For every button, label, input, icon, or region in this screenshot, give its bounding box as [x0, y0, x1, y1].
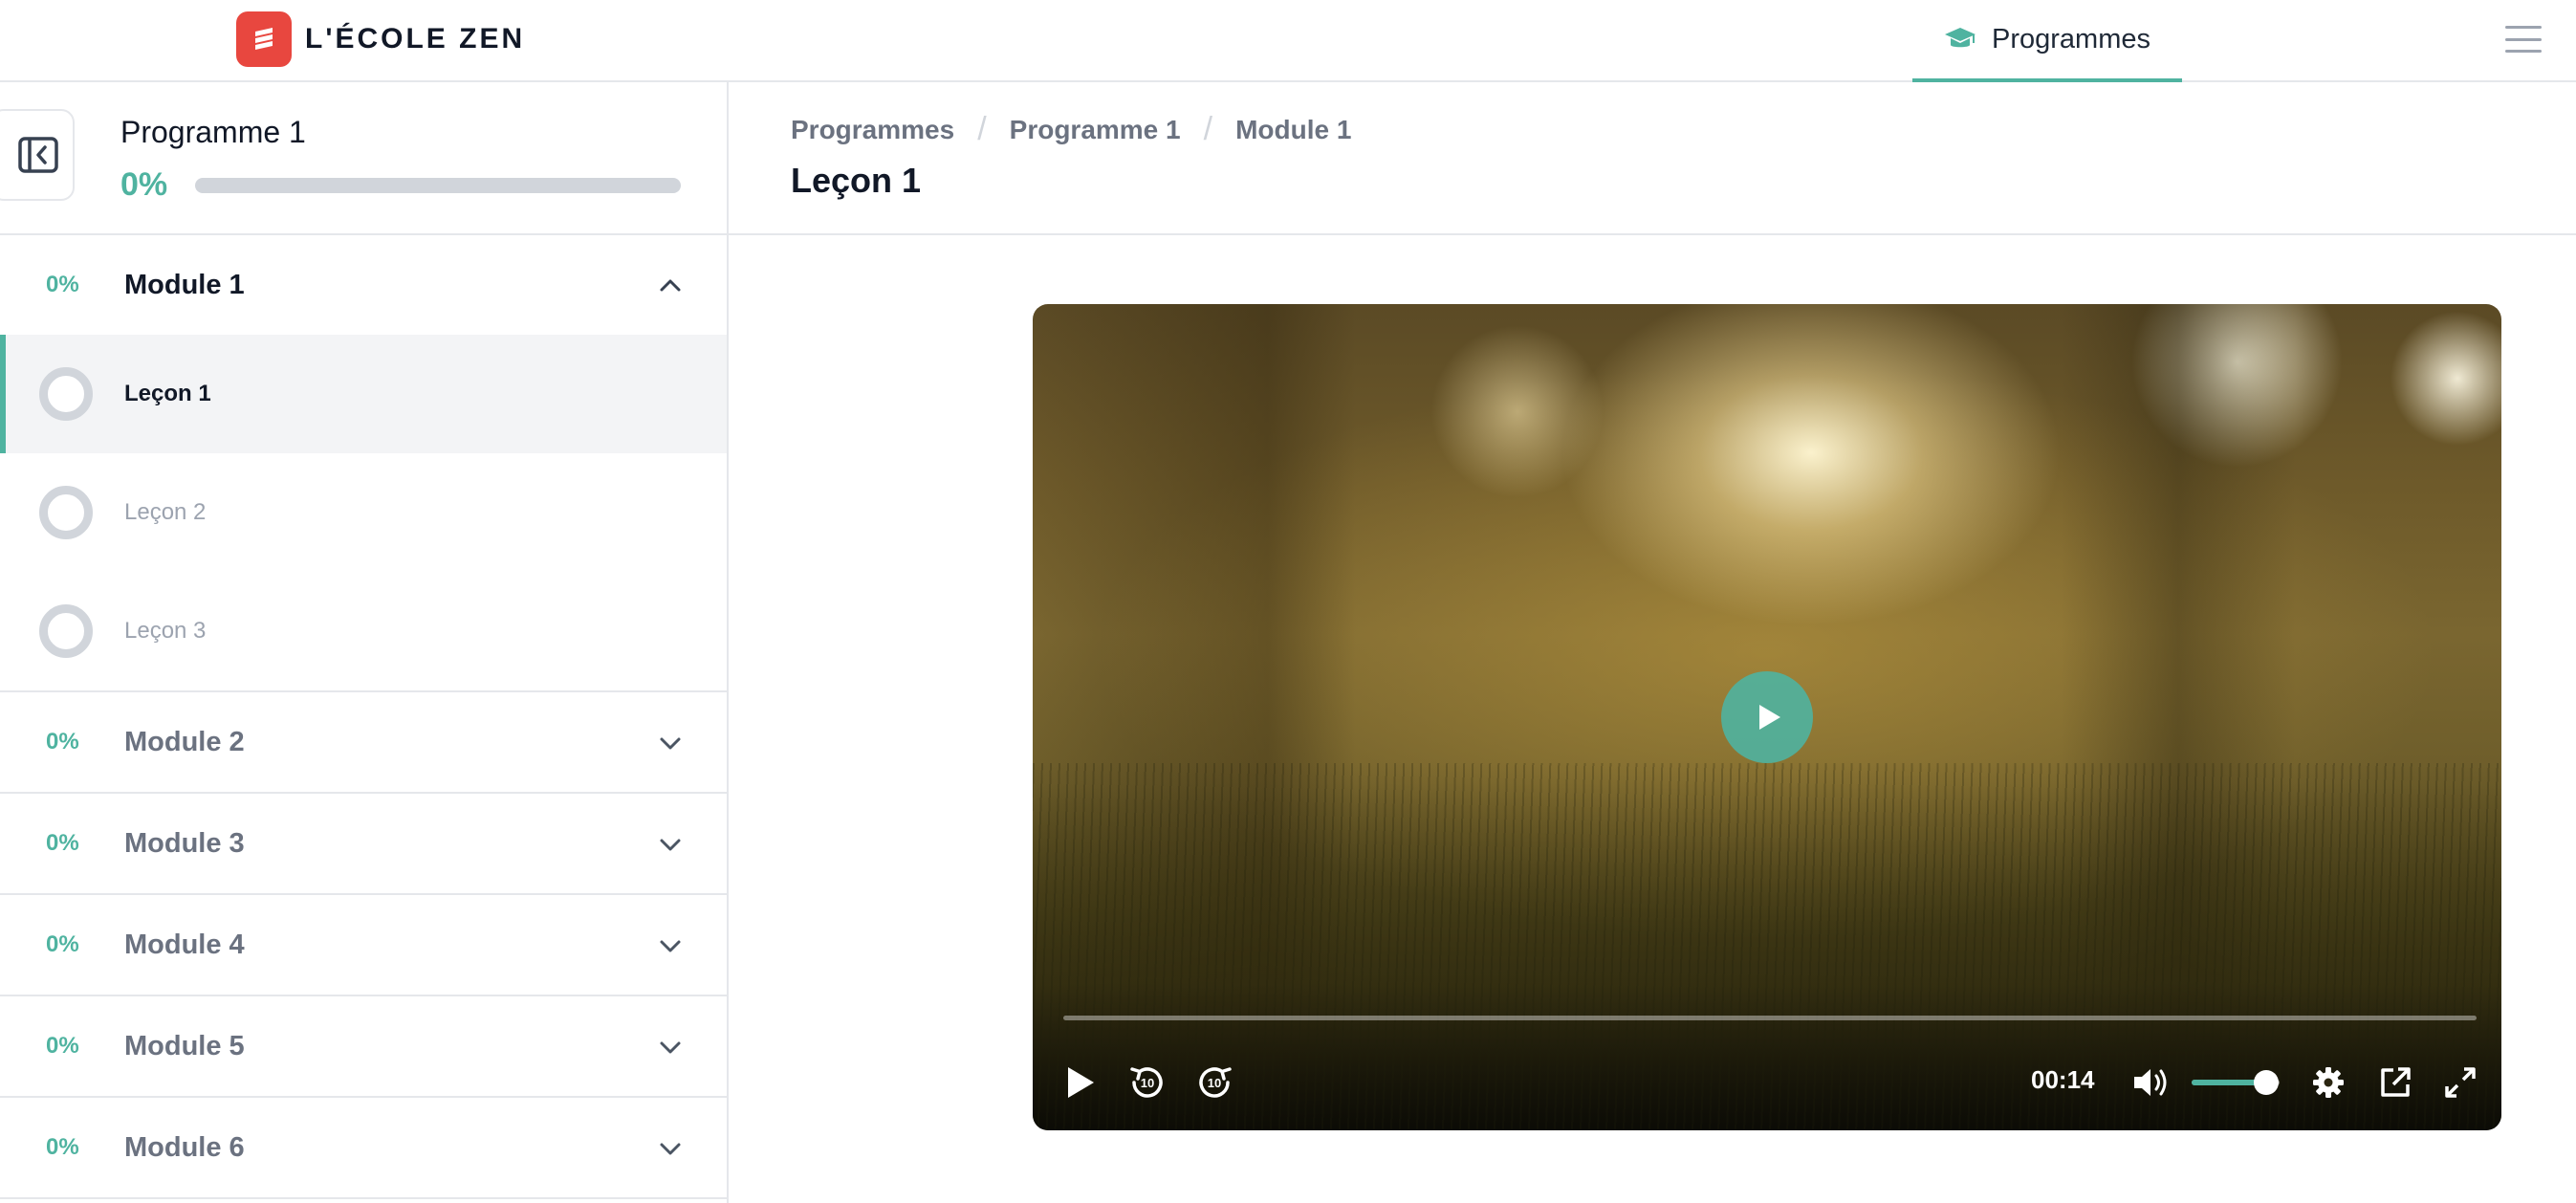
tab-programmes[interactable]: Programmes — [1912, 0, 2182, 82]
module-item[interactable]: 0% Module 6 — [0, 1098, 727, 1199]
lesson-header: Programmes / Programme 1 / Module 1 Leço… — [729, 82, 2576, 235]
lesson-label: Leçon 3 — [124, 618, 207, 644]
brand-logo[interactable]: L'ÉCOLE ZEN — [236, 11, 525, 67]
chevron-down-icon — [658, 933, 683, 958]
collapse-sidebar-button[interactable] — [0, 109, 75, 201]
chevron-down-icon — [658, 731, 683, 755]
module-progress: 0% — [46, 729, 79, 755]
lesson-status-icon — [39, 367, 93, 421]
tab-label: Programmes — [1992, 23, 2150, 55]
chevron-down-icon — [658, 1035, 683, 1060]
external-link-icon — [2381, 1067, 2411, 1097]
rewind-10-icon: 10 — [1130, 1067, 1163, 1098]
chevron-down-icon — [658, 1136, 683, 1161]
lesson-item[interactable]: Leçon 2 — [0, 453, 727, 572]
collapse-sidebar-icon — [18, 137, 58, 173]
breadcrumb-programmes[interactable]: Programmes — [791, 115, 954, 145]
logo-mark-icon — [236, 11, 292, 67]
settings-button[interactable] — [2308, 1060, 2348, 1105]
big-play-button[interactable] — [1721, 671, 1813, 763]
module-title: Module 2 — [124, 726, 245, 757]
module-item[interactable]: 0% Module 2 — [0, 692, 727, 794]
module-progress: 0% — [46, 1033, 79, 1059]
breadcrumb-separator: / — [977, 111, 987, 147]
volume-knob[interactable] — [2254, 1070, 2280, 1095]
breadcrumb-module[interactable]: Module 1 — [1235, 115, 1351, 145]
page-title: Leçon 1 — [791, 161, 922, 200]
module-item[interactable]: 0% Module 1 — [0, 235, 727, 335]
breadcrumb-separator: / — [1203, 111, 1213, 147]
module-item[interactable]: 0% Module 3 — [0, 794, 727, 895]
program-header: Programme 1 0% — [0, 82, 727, 235]
program-title: Programme 1 — [120, 115, 306, 149]
rewind-seconds: 10 — [1141, 1076, 1154, 1090]
module-item[interactable]: 0% Module 4 — [0, 895, 727, 996]
chevron-up-icon — [658, 273, 683, 298]
hamburger-menu-icon[interactable] — [2505, 23, 2542, 55]
video-time: 00:14 — [2031, 1065, 2095, 1094]
mute-button[interactable] — [2130, 1060, 2171, 1105]
lesson-list: Leçon 1 Leçon 2 Leçon 3 — [0, 335, 727, 692]
breadcrumb: Programmes / Programme 1 / Module 1 — [791, 111, 1351, 148]
module-title: Module 6 — [124, 1131, 245, 1163]
volume-slider[interactable] — [2192, 1070, 2280, 1095]
lesson-content: Programmes / Programme 1 / Module 1 Leço… — [729, 82, 2576, 1203]
lesson-label: Leçon 2 — [124, 499, 207, 525]
forward-10-icon: 10 — [1199, 1067, 1232, 1098]
graduation-cap-icon — [1944, 26, 1976, 53]
lesson-label: Leçon 1 — [124, 381, 211, 406]
lesson-status-icon — [39, 486, 93, 539]
program-progress-bar — [195, 178, 681, 193]
rewind-10-button[interactable]: 10 — [1124, 1060, 1170, 1105]
forward-seconds: 10 — [1208, 1076, 1221, 1090]
forward-10-button[interactable]: 10 — [1191, 1060, 1237, 1105]
play-button[interactable] — [1059, 1060, 1102, 1105]
module-title: Module 3 — [124, 827, 245, 859]
module-title: Module 5 — [124, 1030, 245, 1061]
video-frame-foreground — [1033, 763, 2501, 1130]
module-title: Module 1 — [124, 269, 245, 300]
volume-icon — [2134, 1069, 2167, 1096]
video-player[interactable]: 10 10 00:14 — [1033, 304, 2501, 1130]
module-progress: 0% — [46, 1134, 79, 1160]
breadcrumb-programme[interactable]: Programme 1 — [1010, 115, 1181, 145]
program-progress-percent: 0% — [120, 166, 168, 203]
seek-bar[interactable] — [1063, 1016, 2477, 1020]
play-icon — [1759, 705, 1780, 730]
fullscreen-icon — [2445, 1067, 2476, 1098]
lesson-status-icon — [39, 604, 93, 658]
fullscreen-button[interactable] — [2440, 1060, 2480, 1105]
popout-button[interactable] — [2375, 1060, 2415, 1105]
module-title: Module 4 — [124, 929, 245, 960]
lesson-item[interactable]: Leçon 3 — [0, 572, 727, 690]
gear-icon — [2313, 1067, 2344, 1098]
module-progress: 0% — [46, 272, 79, 297]
course-sidebar: Programme 1 0% 0% Module 1 Leçon 1 Leçon… — [0, 82, 729, 1203]
module-progress: 0% — [46, 931, 79, 957]
chevron-down-icon — [658, 832, 683, 857]
top-bar: L'ÉCOLE ZEN Programmes — [0, 0, 2576, 82]
module-item[interactable]: 0% Module 5 — [0, 996, 727, 1098]
lesson-item[interactable]: Leçon 1 — [0, 335, 727, 453]
brand-name: L'ÉCOLE ZEN — [305, 23, 526, 55]
play-icon — [1068, 1067, 1094, 1098]
module-progress: 0% — [46, 830, 79, 856]
